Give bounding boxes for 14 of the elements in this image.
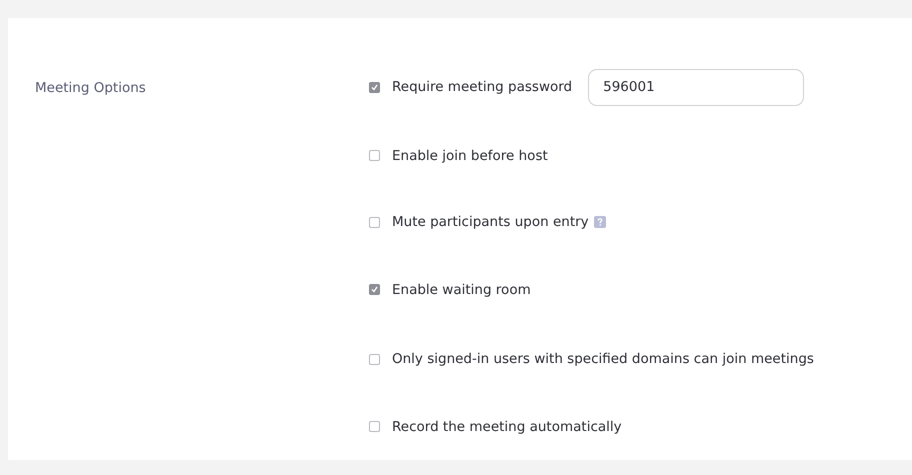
- option-label: Only signed-in users with specified domains can join meetings: [392, 351, 814, 368]
- checkbox[interactable]: [369, 82, 380, 93]
- password-field[interactable]: 596001: [588, 68, 804, 106]
- option-label: Record the meeting automatically: [392, 418, 622, 435]
- checkbox[interactable]: [369, 421, 380, 432]
- checkbox[interactable]: [369, 354, 380, 365]
- checkbox[interactable]: [369, 150, 380, 162]
- checkbox[interactable]: [369, 216, 380, 228]
- option-label: Enable join before host: [392, 148, 548, 164]
- checkbox[interactable]: [369, 284, 380, 296]
- option-label: Mute participants upon entry: [392, 214, 589, 230]
- option-label: Require meeting password: [392, 79, 572, 96]
- option-label: Enable waiting room: [392, 282, 531, 298]
- section-label: Meeting Options: [35, 80, 146, 96]
